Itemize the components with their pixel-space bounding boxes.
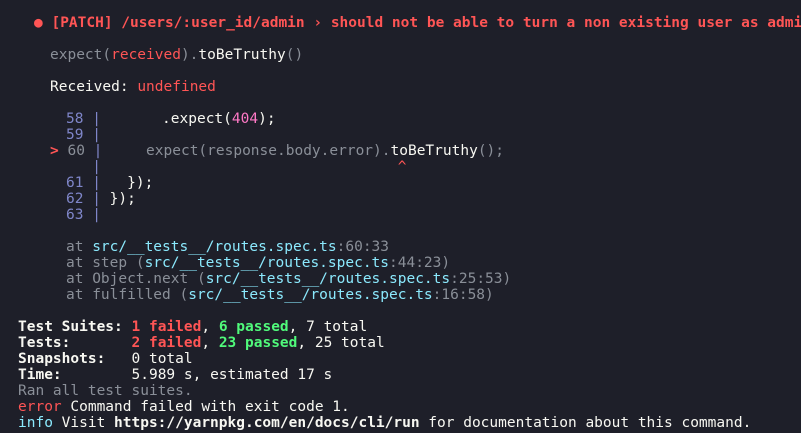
code-number: 404 [231, 111, 259, 127]
code-text-tail: ); [258, 111, 276, 127]
received-line: Received: undefined [50, 77, 216, 97]
total-count: , 25 total [297, 335, 385, 351]
info-text-tail: for documentation about this command. [419, 415, 752, 431]
info-tag: info [18, 415, 53, 431]
stack-suffix: ) [502, 271, 512, 287]
stack-prefix: at fulfilled ( [66, 287, 189, 303]
received-token: received [111, 47, 181, 63]
passed-count: 23 passed [218, 335, 298, 351]
stack-location: :16:58 [432, 287, 486, 303]
expect-call: expect( [50, 47, 112, 63]
error-caret: ^ [397, 159, 407, 175]
matcher-parens: () [285, 47, 304, 63]
stack-frame: at fulfilled (src/__tests__/routes.spec.… [66, 285, 494, 305]
code-text: .expect( [100, 111, 232, 127]
line-number: 63 [66, 207, 84, 223]
received-label: Received: [50, 79, 138, 95]
code-text: }); [100, 191, 136, 207]
stack-path[interactable]: src/__tests__/routes.spec.ts [188, 287, 432, 303]
docs-link[interactable]: https://yarnpkg.com/en/docs/cli/run [114, 415, 420, 431]
matcher-name: toBeTruthy [198, 47, 286, 63]
error-marker: > [50, 143, 59, 159]
yarn-info-line: info Visit https://yarnpkg.com/en/docs/c… [18, 413, 751, 433]
code-text-tail: (); [477, 143, 505, 159]
expectation-line: expect(received).toBeTruthy() [50, 45, 303, 65]
test-name: [PATCH] /users/:user_id/admin › should n… [51, 15, 801, 31]
info-text: Visit [52, 415, 115, 431]
code-line-63: 63 | [66, 207, 101, 223]
stack-suffix: ) [485, 287, 494, 303]
expect-dot: ). [180, 47, 199, 63]
fail-bullet: ● [34, 15, 43, 31]
received-value: undefined [137, 79, 216, 95]
test-failure-title: ● [PATCH] /users/:user_id/admin › should… [34, 13, 801, 33]
